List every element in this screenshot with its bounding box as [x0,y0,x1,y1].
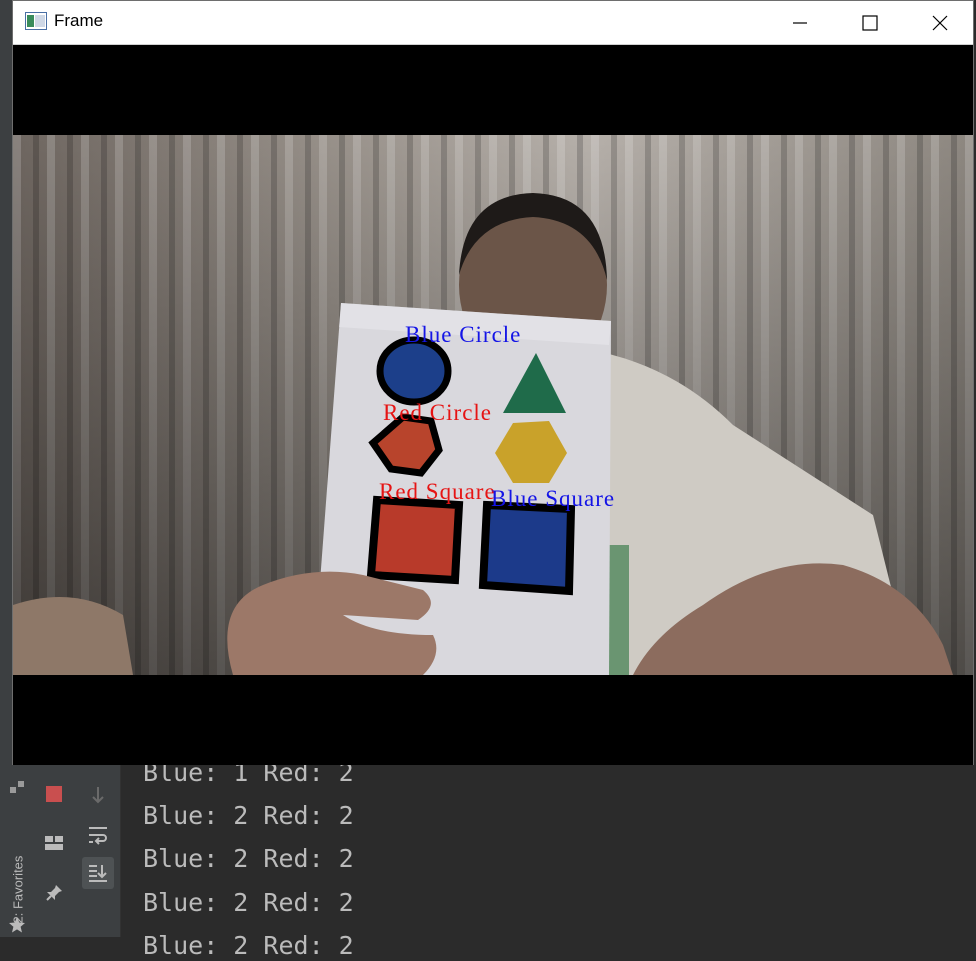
detection-label-red-square: Red Square [379,479,496,504]
down-arrow-icon [92,787,104,804]
window-title: Frame [54,11,104,30]
title-bar[interactable]: Frame [13,1,973,45]
frame-window[interactable]: Frame Blue Circle Red Circle Red Square … [12,0,974,765]
maximize-icon [862,14,878,31]
down-arrow-button[interactable] [84,781,112,809]
stop-button[interactable] [40,780,68,808]
soft-wrap-button[interactable] [84,821,112,849]
stop-icon [46,786,62,802]
scroll-to-end-icon [89,865,107,882]
layout-icon [45,836,63,850]
layout-button[interactable] [40,829,68,857]
scroll-to-end-button[interactable] [82,857,114,889]
favorites-tab[interactable]: 2: Favorites [0,830,34,924]
favorites-tab-label: 2: Favorites [10,855,26,924]
console-line: Blue: 2 Red: 2 [143,931,354,960]
minimize-icon [793,21,807,24]
camera-image: Blue Circle Red Circle Red Square Blue S… [13,135,973,675]
structure-icon[interactable] [9,778,25,796]
minimize-button[interactable] [765,1,835,44]
maximize-button[interactable] [835,1,905,44]
detection-label-red-circle: Red Circle [383,400,492,425]
pin-button[interactable] [40,879,68,907]
close-icon [932,15,948,30]
console-line: Blue: 2 Red: 2 [143,844,354,873]
app-icon [25,12,47,30]
soft-wrap-icon [89,827,107,845]
close-button[interactable] [905,1,975,44]
detection-label-blue-square: Blue Square [491,486,615,511]
console-line: Blue: 2 Red: 2 [143,801,354,830]
video-feed: Blue Circle Red Circle Red Square Blue S… [13,45,973,765]
star-icon [8,916,26,934]
detection-label-blue-circle: Blue Circle [405,322,521,347]
pin-icon [46,885,62,901]
console-line: Blue: 2 Red: 2 [143,888,354,917]
